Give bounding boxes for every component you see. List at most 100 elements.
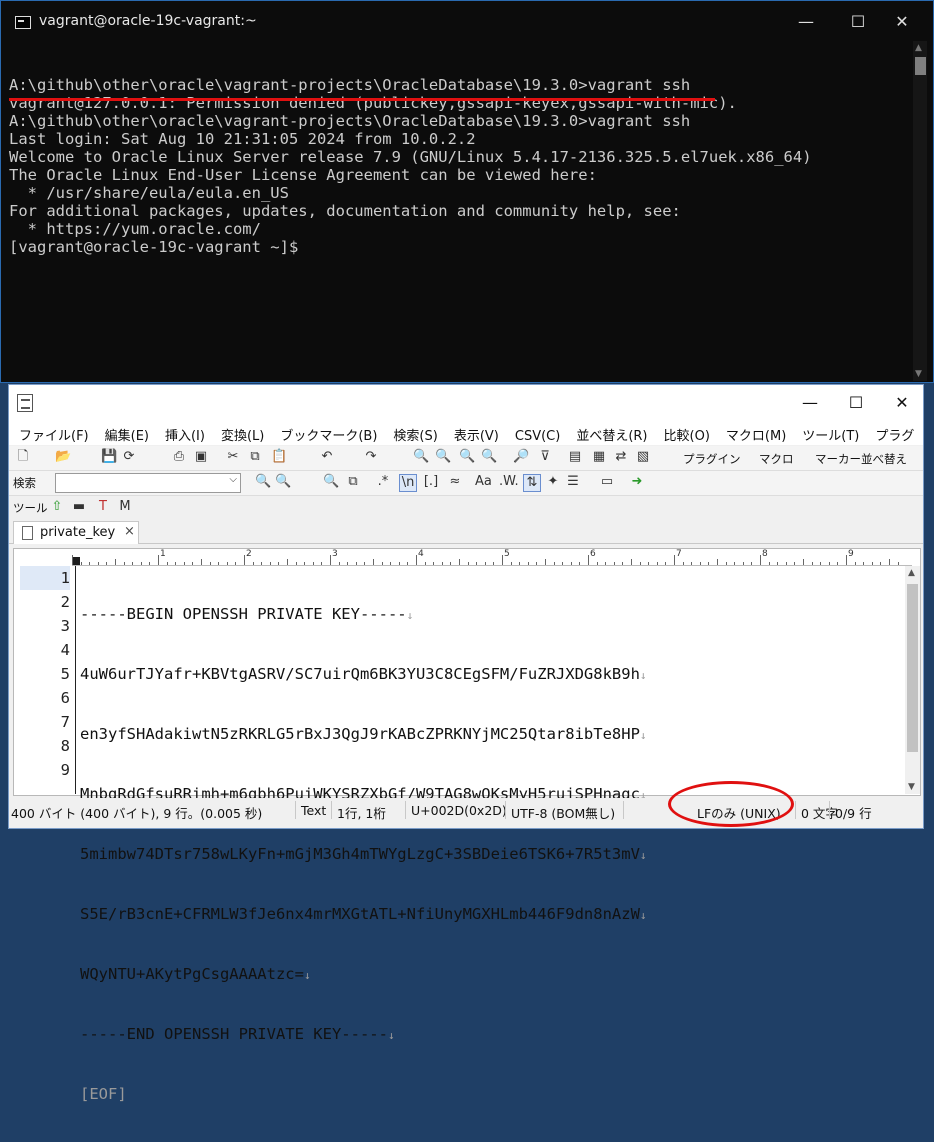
search-input[interactable]: ⌵: [55, 473, 241, 493]
close-tab-icon[interactable]: ×: [124, 524, 135, 539]
go-arrow-icon[interactable]: ➜: [629, 474, 645, 490]
status-selection: 0 文字: [801, 806, 838, 821]
ruler-label: 9: [848, 549, 854, 559]
fuzzy-icon[interactable]: ≈: [447, 474, 463, 490]
new-file-icon[interactable]: 🗋: [15, 449, 31, 465]
menu-file[interactable]: ファイル(F): [9, 421, 95, 444]
print-icon[interactable]: ⎙: [171, 449, 187, 465]
window-layout-icon[interactable]: ▤: [567, 449, 583, 465]
bracket-icon[interactable]: [.]: [423, 474, 439, 490]
menu-plugins[interactable]: プラグ: [865, 421, 920, 444]
sort-toolbar-button[interactable]: 並べ替え: [861, 451, 907, 467]
ruler-label: 2: [246, 549, 252, 559]
paste-icon[interactable]: 📋: [271, 449, 287, 465]
command-prompt-icon[interactable]: ▬: [71, 499, 87, 515]
menu-view[interactable]: 表示(V): [444, 421, 505, 444]
terminal-scrollbar[interactable]: ▲ ▼: [913, 41, 927, 381]
grep-icon[interactable]: 🔎: [513, 449, 529, 465]
status-character-code[interactable]: U+002D(0x2D): [411, 803, 507, 818]
menu-edit[interactable]: 編集(E): [95, 421, 155, 444]
menu-tools[interactable]: ツール(T): [792, 421, 865, 444]
tab-private-key[interactable]: private_key ×: [13, 521, 139, 544]
reload-icon[interactable]: ⟳: [121, 449, 137, 465]
terminal-line: vagrant@127.0.0.1: Permission denied (pu…: [9, 94, 737, 112]
search-next-icon[interactable]: 🔍: [255, 474, 271, 490]
find-next-icon[interactable]: 🔍: [435, 449, 451, 465]
close-button[interactable]: ✕: [887, 11, 917, 33]
maximize-button[interactable]: ☐: [843, 11, 873, 33]
regex-icon[interactable]: .*: [375, 474, 391, 490]
save-icon[interactable]: 💾: [101, 449, 117, 465]
replace-icon[interactable]: 🔍: [481, 449, 497, 465]
scroll-thumb[interactable]: [907, 584, 918, 752]
open-folder-icon[interactable]: 📂: [55, 449, 71, 465]
scroll-down-arrow-icon[interactable]: ▼: [908, 782, 915, 792]
sync-icon[interactable]: ⇄: [613, 449, 629, 465]
cut-icon[interactable]: ✂: [225, 449, 241, 465]
status-cursor-position[interactable]: 1行, 1桁: [337, 803, 386, 822]
match-case-icon[interactable]: Aa: [475, 474, 492, 490]
hammer-icon[interactable]: T: [95, 499, 111, 515]
status-mode[interactable]: Text: [301, 803, 326, 818]
close-button[interactable]: ✕: [887, 392, 917, 414]
menu-search[interactable]: 検索(S): [383, 421, 443, 444]
minimize-button[interactable]: —: [791, 11, 821, 33]
newline-mark: ↓: [639, 849, 647, 862]
ruler-tick: [725, 562, 727, 565]
compare-icon[interactable]: ▧: [635, 449, 651, 465]
scroll-up-arrow-icon[interactable]: ▲: [915, 43, 922, 53]
redo-icon[interactable]: ↷: [363, 449, 379, 465]
find-icon[interactable]: 🔍: [413, 449, 429, 465]
maximize-button[interactable]: ☐: [841, 392, 871, 414]
search-options-icon[interactable]: 🔍: [323, 474, 339, 490]
plugin-toolbar-button[interactable]: プラグイン: [683, 451, 741, 467]
print-preview-icon[interactable]: ▣: [193, 449, 209, 465]
editor-text[interactable]: -----BEGIN OPENSSH PRIVATE KEY-----↓ 4uW…: [80, 566, 900, 1142]
bookmark-all-icon[interactable]: ▭: [599, 474, 615, 490]
macro-m-icon[interactable]: M: [117, 499, 133, 515]
terminal-output[interactable]: A:\github\other\oracle\vagrant-projects\…: [9, 58, 909, 292]
editor-titlebar[interactable]: — ☐ ✕: [9, 385, 923, 421]
escape-newline-icon[interactable]: \n: [399, 474, 417, 492]
external-tool-icon[interactable]: ⇧: [49, 499, 65, 515]
menu-insert[interactable]: 挿入(I): [155, 421, 211, 444]
editor-vertical-scrollbar[interactable]: ▲ ▼: [905, 566, 920, 794]
copy-icon[interactable]: ⧉: [247, 449, 263, 465]
ruler-tick: [338, 562, 340, 565]
ruler-tick: [699, 562, 701, 565]
minimize-button[interactable]: —: [795, 392, 825, 414]
menu-convert[interactable]: 変換(L): [211, 421, 270, 444]
menu-csv[interactable]: CSV(C): [505, 425, 566, 444]
text-editor-area[interactable]: 1 2 3 4 5 6 7 8 9 1 2 3 4 5 6 7 8 9 -----BEGIN O…: [13, 548, 921, 1103]
status-divider: [331, 801, 332, 819]
undo-icon[interactable]: ↶: [319, 449, 335, 465]
whole-word-icon[interactable]: .W.: [499, 474, 519, 490]
search-prev-icon[interactable]: 🔍: [275, 474, 291, 490]
macro-toolbar-button[interactable]: マクロ: [759, 451, 794, 467]
menu-sort[interactable]: 並べ替え(R): [566, 421, 653, 444]
split-icon[interactable]: ▦: [591, 449, 607, 465]
list-icon[interactable]: ☰: [565, 474, 581, 490]
terminal-line: A:\github\other\oracle\vagrant-projects\…: [9, 76, 691, 94]
scroll-up-arrow-icon[interactable]: ▲: [908, 568, 915, 578]
updown-icon[interactable]: ⇅: [523, 474, 541, 492]
search-copy-icon[interactable]: ⧉: [345, 474, 361, 490]
find-prev-icon[interactable]: 🔍: [459, 449, 475, 465]
menu-bookmark[interactable]: ブックマーク(B): [270, 421, 383, 444]
marker-toolbar-button[interactable]: マーカー: [815, 451, 861, 467]
terminal-window: vagrant@oracle-19c-vagrant:~ — ☐ ✕ A:\gi…: [0, 0, 934, 383]
status-encoding[interactable]: UTF-8 (BOM無し): [511, 803, 615, 822]
terminal-titlebar[interactable]: vagrant@oracle-19c-vagrant:~ — ☐ ✕: [1, 1, 933, 41]
highlight-icon[interactable]: ✦: [545, 474, 561, 490]
menu-macro[interactable]: マクロ(M): [716, 421, 792, 444]
menu-compare[interactable]: 比較(O): [654, 421, 716, 444]
chevron-down-icon[interactable]: ⌵: [229, 474, 237, 485]
ruler-tick: [459, 559, 460, 565]
line-number: 5: [60, 665, 70, 683]
terminal-line: The Oracle Linux End-User License Agreem…: [9, 166, 597, 184]
scroll-thumb[interactable]: [915, 57, 926, 75]
scroll-down-arrow-icon[interactable]: ▼: [915, 369, 922, 379]
line-number-gutter[interactable]: 1 2 3 4 5 6 7 8 9: [14, 566, 72, 794]
line-text: en3yfSHAdakiwtN5zRKRLG5rBxJ3QgJ9rKABcZPR…: [80, 725, 640, 743]
filter-icon[interactable]: ⊽: [537, 449, 553, 465]
